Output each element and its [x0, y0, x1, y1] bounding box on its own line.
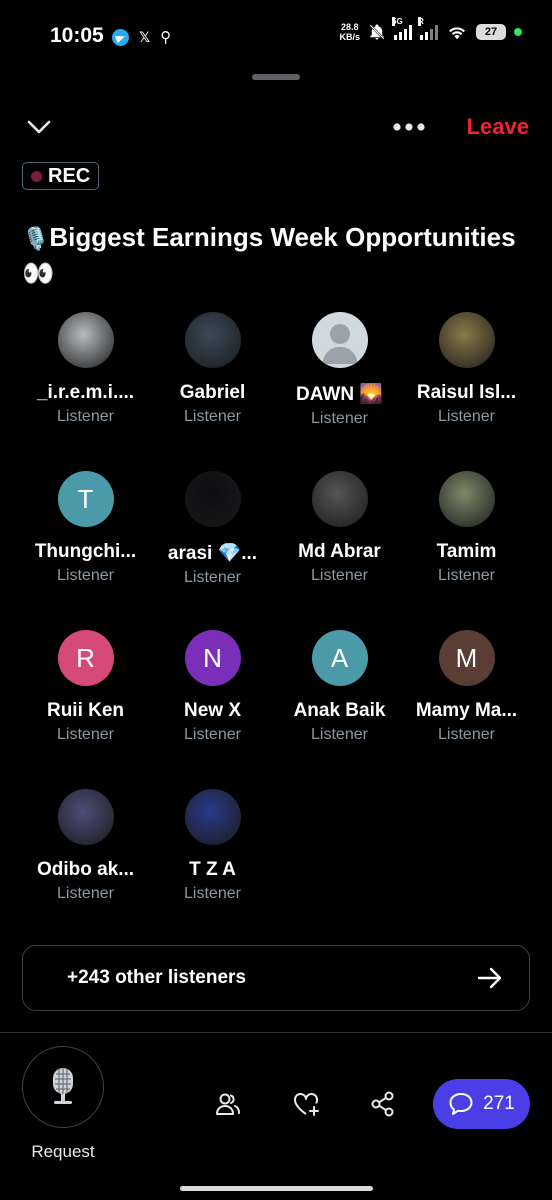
avatar — [184, 471, 241, 527]
eyes-emoji: 👀 — [22, 258, 55, 288]
participant-card[interactable]: M Mamy Ma... Listener — [403, 630, 530, 744]
more-options-icon[interactable] — [392, 122, 426, 132]
sheet-drag-handle[interactable] — [252, 74, 300, 80]
participant-card[interactable]: DAWN 🌄 Listener — [276, 312, 403, 428]
participant-card[interactable]: arasi 💎... Listener — [149, 471, 276, 587]
participant-card[interactable]: _i.r.e.m.i.... Listener — [22, 312, 149, 426]
participant-role: Listener — [57, 408, 114, 425]
participant-name: Md Abrar — [298, 541, 381, 562]
x-app-icon: 𝕏 — [139, 28, 151, 45]
participant-name: Raisul Isl... — [416, 382, 517, 403]
participant-name: arasi 💎... — [167, 543, 258, 564]
system-icons: 28.8 KB/s 5G R 27 — [339, 17, 522, 42]
participant-name: Thungchi... — [34, 541, 137, 562]
participant-name: _i.r.e.m.i.... — [36, 382, 135, 403]
telegram-icon — [112, 28, 129, 46]
participant-card[interactable]: Raisul Isl... Listener — [403, 312, 530, 426]
wifi-icon — [449, 27, 465, 40]
avatar: A — [311, 630, 368, 686]
avatar: R — [57, 630, 114, 686]
participant-card[interactable]: Tamim Listener — [403, 471, 530, 585]
avatar — [311, 471, 368, 527]
divider — [0, 1032, 552, 1033]
avatar — [57, 312, 114, 368]
signal-roaming-icon: R — [418, 17, 438, 40]
status-bar: 10:05 𝕏 ⚲ 28.8 KB/s 5G R 27 — [0, 0, 552, 70]
privacy-indicator-dot — [514, 28, 522, 36]
participant-card[interactable]: R Ruii Ken Listener — [22, 630, 149, 744]
participant-role: Listener — [184, 569, 241, 586]
arrow-right-icon — [477, 967, 502, 989]
participant-role: Listener — [57, 885, 114, 902]
usb-icon: ⚲ — [160, 29, 172, 46]
participant-role: Listener — [311, 726, 368, 743]
heart-plus-icon[interactable] — [292, 1090, 320, 1118]
share-icon[interactable] — [369, 1090, 397, 1118]
recording-badge: REC — [22, 162, 100, 190]
record-dot-icon — [31, 170, 42, 182]
participant-card[interactable]: N New X Listener — [149, 630, 276, 744]
participant-role: Listener — [438, 567, 495, 584]
avatar — [184, 312, 241, 368]
avatar — [311, 312, 368, 368]
notification-icons: 𝕏 ⚲ — [112, 28, 171, 46]
participant-role: Listener — [57, 726, 114, 743]
avatar — [438, 471, 495, 527]
participant-role: Listener — [184, 408, 241, 425]
participant-role: Listener — [184, 726, 241, 743]
battery-icon: 27 — [476, 24, 506, 40]
participant-role: Listener — [438, 408, 495, 425]
chat-bubble-icon — [449, 1093, 473, 1115]
bell-off-icon — [369, 24, 385, 40]
rec-label: REC — [48, 164, 91, 187]
chat-button[interactable]: 271 — [433, 1079, 530, 1129]
request-label: Request — [31, 1142, 95, 1161]
people-icon[interactable] — [214, 1090, 242, 1118]
participant-card[interactable]: T Thungchi... Listener — [22, 471, 149, 585]
participant-name: Odibo ak... — [36, 859, 135, 880]
participant-name: Anak Baik — [293, 700, 386, 721]
participant-name: Gabriel — [179, 382, 246, 403]
microphone-icon — [53, 1068, 73, 1104]
participant-card[interactable]: Md Abrar Listener — [276, 471, 403, 585]
avatar — [438, 312, 495, 368]
home-indicator[interactable] — [180, 1186, 373, 1191]
space-title-text: Biggest Earnings Week Opportunities — [49, 222, 516, 252]
microphone-emoji: 🎙️ — [22, 226, 50, 251]
participant-name: DAWN 🌄 — [296, 384, 383, 405]
avatar: N — [184, 630, 241, 686]
participant-card[interactable]: T Z A Listener — [149, 789, 276, 903]
participant-role: Listener — [184, 885, 241, 902]
participant-name: Ruii Ken — [46, 700, 125, 721]
participant-name: T Z A — [189, 859, 236, 880]
avatar: M — [438, 630, 495, 686]
participant-card[interactable]: Odibo ak... Listener — [22, 789, 149, 903]
status-time: 10:05 — [50, 24, 104, 47]
leave-button[interactable]: Leave — [467, 114, 529, 140]
avatar — [57, 789, 114, 845]
collapse-chevron-icon[interactable] — [26, 114, 52, 140]
signal-5g-icon: 5G — [392, 17, 412, 40]
participant-card[interactable]: A Anak Baik Listener — [276, 630, 403, 744]
participant-role: Listener — [438, 726, 495, 743]
participant-role: Listener — [311, 410, 368, 427]
other-listeners-button[interactable]: +243 other listeners — [22, 945, 530, 1011]
participant-name: Tamim — [436, 541, 497, 562]
participant-role: Listener — [57, 567, 114, 584]
participant-name: New X — [183, 700, 242, 721]
participant-role: Listener — [311, 567, 368, 584]
avatar — [184, 789, 241, 845]
avatar: T — [57, 471, 114, 527]
participant-name: Mamy Ma... — [415, 700, 518, 721]
space-title: 🎙️Biggest Earnings Week Opportunities 👀 — [22, 220, 532, 290]
net-speed: 28.8 KB/s — [339, 22, 360, 42]
participant-card[interactable]: Gabriel Listener — [149, 312, 276, 426]
other-listeners-label: +243 other listeners — [67, 967, 247, 988]
request-to-speak-button[interactable] — [22, 1046, 104, 1128]
chat-count: 271 — [483, 1093, 515, 1114]
